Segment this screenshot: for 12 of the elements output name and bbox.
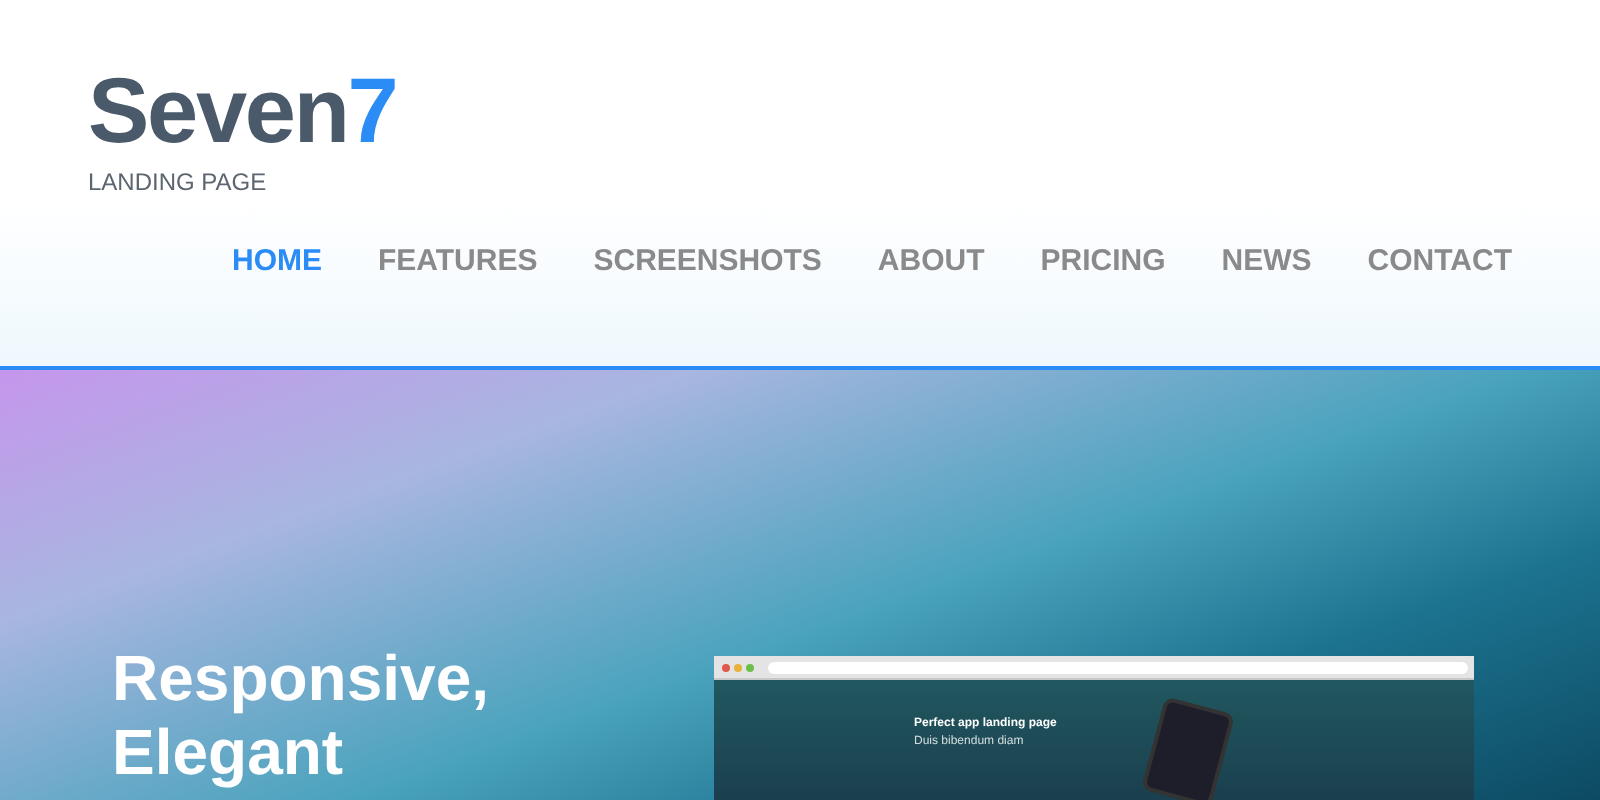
nav-link[interactable]: ABOUT	[877, 242, 985, 282]
logo-tagline: LANDING PAGE	[88, 166, 267, 200]
window-controls-icon	[720, 661, 756, 673]
hero-heading: Responsive, Elegant	[112, 642, 490, 790]
nav-link[interactable]: HOME	[232, 242, 322, 282]
logo-text[interactable]: Seven	[88, 64, 348, 156]
nav-link[interactable]: SCREENSHOTS	[593, 242, 822, 282]
nav-link[interactable]: FEATURES	[378, 242, 538, 282]
nav-link[interactable]: NEWS	[1221, 242, 1312, 282]
logo-mark[interactable]: 7	[347, 64, 399, 156]
nav-link[interactable]: PRICING	[1040, 242, 1166, 282]
nav-link[interactable]: CONTACT	[1367, 242, 1512, 282]
